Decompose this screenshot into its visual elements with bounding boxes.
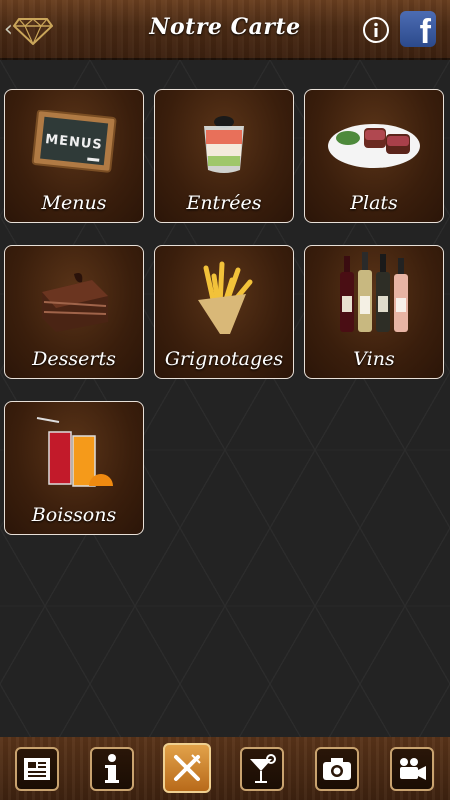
tab-photos[interactable]: [315, 747, 359, 791]
tab-carte[interactable]: [163, 743, 211, 793]
tile-label: Plats: [350, 192, 398, 214]
tile-label: Boissons: [31, 504, 117, 526]
camera-icon: [323, 758, 351, 780]
facebook-button[interactable]: f: [400, 11, 436, 47]
tile-label: Menus: [41, 192, 107, 214]
tile-entrees[interactable]: Entrées: [154, 89, 294, 223]
tile-label: Desserts: [32, 348, 116, 370]
tab-cocktails[interactable]: [240, 747, 284, 791]
menu-grid: MENUS Menus Entrées Plats Desserts Grign…: [0, 60, 450, 737]
tile-label: Grignotages: [164, 348, 284, 370]
cocktail-icon: [250, 754, 276, 783]
tab-info[interactable]: [90, 747, 134, 791]
bottom-tab-bar: [0, 737, 450, 800]
tile-menus[interactable]: MENUS Menus: [4, 89, 144, 223]
info-circle-icon: [363, 17, 389, 43]
tile-desserts[interactable]: Desserts: [4, 245, 144, 379]
tile-boissons[interactable]: Boissons: [4, 401, 144, 535]
juice-glasses-icon: [36, 417, 113, 487]
tile-plats[interactable]: Plats: [304, 89, 444, 223]
app-header: ‹ Notre Carte f: [0, 0, 450, 60]
tab-videos[interactable]: [390, 747, 434, 791]
chalkboard-icon: MENUS: [31, 110, 117, 173]
tile-label: Entrées: [186, 192, 262, 214]
tab-news[interactable]: [15, 747, 59, 791]
tile-label: Vins: [353, 348, 395, 370]
info-icon: [105, 754, 119, 783]
chocolate-cake-icon: [42, 273, 108, 332]
wine-bottles-icon: [340, 252, 408, 332]
fries-icon: [198, 261, 253, 334]
tile-grignotages[interactable]: Grignotages: [154, 245, 294, 379]
verrine-icon: [204, 116, 244, 173]
fork-knife-icon: [174, 754, 201, 781]
video-camera-icon: [400, 758, 426, 780]
facebook-icon: f: [419, 13, 431, 47]
info-button[interactable]: [362, 16, 390, 44]
tile-vins[interactable]: Vins: [304, 245, 444, 379]
news-icon: [24, 758, 50, 780]
meat-plate-icon: [328, 124, 420, 168]
